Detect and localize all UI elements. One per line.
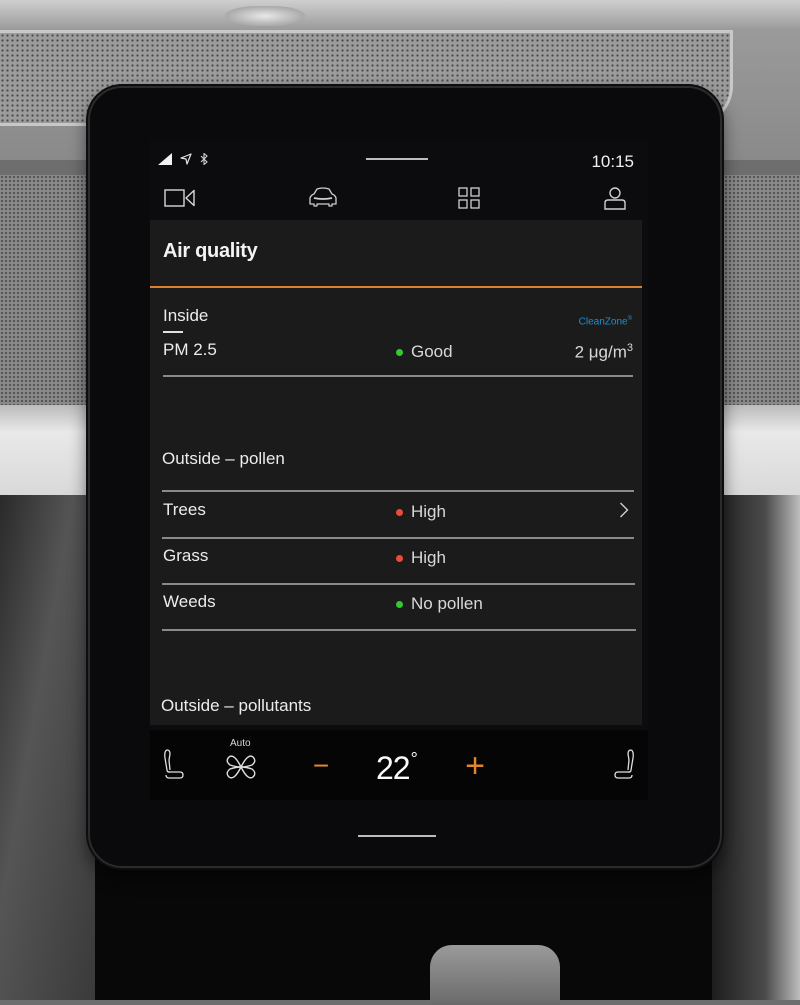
nav-car-button[interactable]	[303, 184, 343, 216]
page-title: Air quality	[163, 240, 258, 262]
cleanzone-brand: CleanZone®	[579, 316, 632, 327]
lower-panel-left	[0, 495, 95, 1000]
signal-icon	[158, 152, 172, 170]
temperature-decrease-button[interactable]: −	[306, 748, 336, 784]
driver-seat-heat-button[interactable]	[158, 748, 188, 784]
top-navigation	[150, 180, 648, 220]
row-label: PM 2.5	[163, 340, 217, 359]
air-quality-panel: Air quality Inside CleanZone® PM 2.5 Goo…	[150, 220, 642, 725]
row-label: Grass	[163, 546, 209, 565]
nav-apps-button[interactable]	[449, 184, 489, 216]
chevron-right-icon[interactable]	[619, 501, 629, 524]
value-superscript: 3	[626, 342, 633, 354]
row-status: Good	[396, 342, 453, 362]
status-dot-icon	[396, 508, 403, 516]
temperature-display: 22°	[376, 749, 418, 787]
drag-handle-top[interactable]	[366, 158, 428, 160]
temperature-value: 22	[376, 750, 411, 786]
pm25-row: PM 2.5 Good 2 μg/m3	[163, 330, 633, 374]
divider	[162, 629, 636, 631]
value-text: 2 μg/m	[574, 342, 627, 362]
row-status: No pollen	[396, 594, 483, 614]
status-dot-icon	[396, 554, 403, 562]
gear-shifter	[430, 945, 560, 1005]
pollutants-section-label: Outside – pollutants	[161, 696, 312, 715]
cleanzone-label: CleanZone	[578, 316, 628, 328]
dashboard-fabric-right	[712, 175, 800, 405]
app-grid-icon	[458, 186, 480, 214]
fan-icon	[224, 751, 258, 788]
status-dot-icon	[396, 600, 403, 608]
pollen-row-trees[interactable]: Trees High	[163, 490, 633, 534]
dashboard-fabric-left	[0, 175, 95, 405]
status-bar: 10:15	[150, 140, 648, 178]
nav-profile-button[interactable]	[595, 184, 635, 216]
status-text: No pollen	[411, 594, 483, 613]
clock: 10:15	[591, 152, 634, 171]
row-label: Weeds	[163, 592, 216, 611]
registered-mark: ®	[627, 316, 632, 322]
pollen-section-label: Outside – pollen	[162, 449, 285, 468]
nav-camera-button[interactable]	[160, 184, 200, 216]
status-dot-icon	[396, 348, 403, 356]
status-text: High	[411, 548, 446, 567]
status-text: Good	[411, 342, 453, 361]
row-status: High	[396, 548, 446, 568]
infotainment-screen: 10:15 Air quality Inside CleanZone® PM 2…	[150, 140, 648, 800]
passenger-seat-heat-button[interactable]	[610, 748, 640, 784]
navigation-icon	[180, 152, 192, 170]
divider	[163, 375, 633, 377]
title-accent-divider	[150, 286, 642, 288]
fan-button[interactable]	[224, 754, 258, 784]
lower-panel-right	[712, 495, 800, 1000]
row-label: Trees	[163, 500, 206, 519]
status-text: High	[411, 502, 446, 521]
pollen-row-weeds[interactable]: Weeds No pollen	[163, 582, 633, 626]
wood-trim-right	[712, 405, 800, 495]
drag-handle-bottom[interactable]	[358, 835, 436, 837]
fan-mode-label: Auto	[230, 738, 251, 749]
wood-trim-left	[0, 405, 95, 495]
inside-section-label: Inside	[163, 306, 209, 325]
row-value: 2 μg/m3	[575, 342, 633, 363]
row-status: High	[396, 502, 446, 522]
climate-bar: Auto − 22° +	[150, 730, 648, 800]
seat-icon	[162, 748, 184, 785]
dashboard-sensor	[225, 6, 305, 26]
temperature-increase-button[interactable]: +	[458, 746, 492, 786]
camera-icon	[164, 188, 196, 213]
seat-icon	[614, 748, 636, 785]
temperature-unit: °	[410, 749, 418, 770]
pollen-row-grass[interactable]: Grass High	[163, 536, 633, 580]
car-icon	[306, 186, 340, 214]
bluetooth-icon	[200, 152, 208, 170]
profile-icon	[604, 186, 626, 215]
